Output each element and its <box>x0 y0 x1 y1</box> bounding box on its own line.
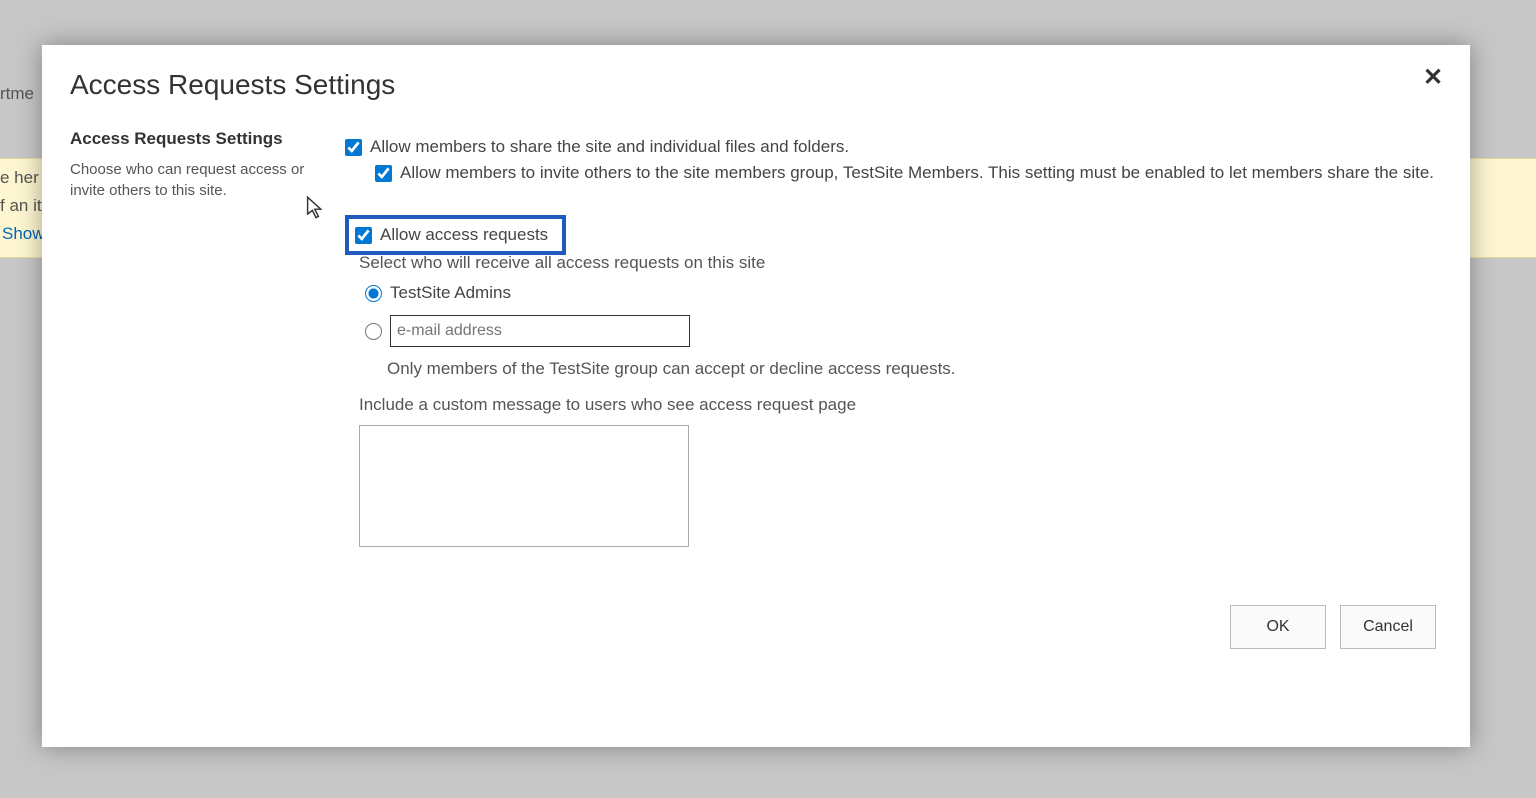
section-description: Choose who can request access or invite … <box>70 159 320 201</box>
footer-buttons: OK Cancel <box>1230 605 1436 649</box>
bg-hint-line2: f an it <box>0 196 42 216</box>
bg-link-fragment: rtme <box>0 84 34 104</box>
bg-show-link[interactable]: Show <box>2 224 45 244</box>
radio-email-address[interactable] <box>365 323 382 340</box>
close-icon: ✕ <box>1423 66 1443 90</box>
section-heading: Access Requests Settings <box>70 129 320 149</box>
allow-access-requests-highlight: Allow access requests <box>345 215 566 255</box>
bg-hint-line1: e her <box>0 168 39 188</box>
checkbox-allow-access-requests-label: Allow access requests <box>380 225 548 245</box>
checkbox-allow-access-requests[interactable] <box>355 227 372 244</box>
cancel-button[interactable]: Cancel <box>1340 605 1436 649</box>
email-address-input[interactable] <box>390 315 690 347</box>
checkbox-allow-share-label: Allow members to share the site and indi… <box>370 137 849 157</box>
receive-requests-label: Select who will receive all access reque… <box>359 253 1442 273</box>
checkbox-allow-share[interactable] <box>345 139 362 156</box>
close-button[interactable]: ✕ <box>1418 63 1448 93</box>
ok-button[interactable]: OK <box>1230 605 1326 649</box>
modal-title: Access Requests Settings <box>70 69 1442 101</box>
checkbox-allow-invite[interactable] <box>375 165 392 182</box>
left-column: Access Requests Settings Choose who can … <box>70 129 330 201</box>
right-column: Allow members to share the site and indi… <box>330 129 1442 552</box>
radio-testsite-admins[interactable] <box>365 285 382 302</box>
custom-message-textarea[interactable] <box>359 425 689 547</box>
custom-message-label: Include a custom message to users who se… <box>359 395 1442 415</box>
checkbox-allow-invite-label: Allow members to invite others to the si… <box>400 163 1434 183</box>
radio-testsite-admins-label: TestSite Admins <box>390 283 511 303</box>
accept-decline-hint: Only members of the TestSite group can a… <box>387 359 1442 379</box>
access-requests-modal: ✕ Access Requests Settings Access Reques… <box>42 45 1470 747</box>
